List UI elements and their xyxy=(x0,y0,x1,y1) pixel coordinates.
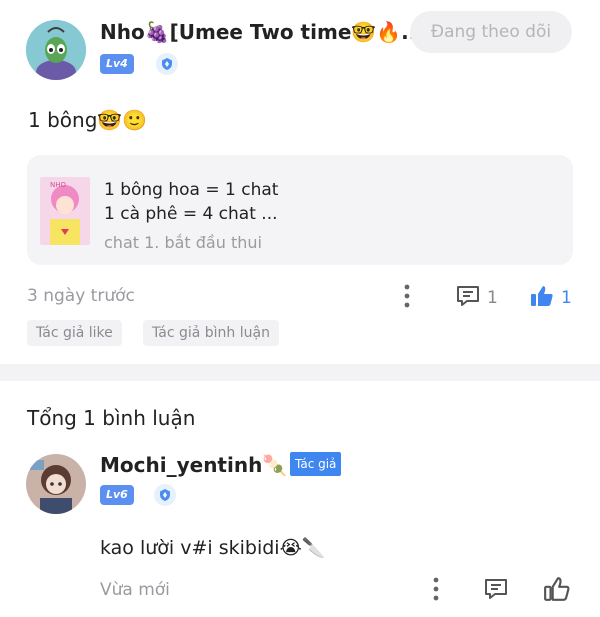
tag-author-liked: Tác giả like xyxy=(27,320,122,346)
follow-button[interactable]: Đang theo dõi xyxy=(410,11,572,53)
post-like-button[interactable]: 1 xyxy=(529,283,572,313)
comment-text: kao lười v#i skibidi😭🔪 xyxy=(100,537,326,559)
card-line-1: 1 bông hoa = 1 chat xyxy=(104,180,279,200)
more-vertical-icon[interactable] xyxy=(429,576,443,602)
comment-icon xyxy=(455,283,481,313)
card-line-2: 1 cà phê = 4 chat ... xyxy=(104,204,278,224)
shield-icon xyxy=(154,484,176,506)
author-badge: Tác giả xyxy=(290,452,342,476)
comment-author-avatar[interactable] xyxy=(26,454,86,514)
chat-thumbnail: NHO xyxy=(40,177,90,245)
post-author-level-badge: Lv4 xyxy=(100,54,134,74)
comment-author-name[interactable]: Mochi_yentinh🍡 xyxy=(100,453,287,477)
post-time: 3 ngày trước xyxy=(27,286,135,306)
section-divider xyxy=(0,364,600,381)
post-author-name[interactable]: Nho🍇[Umee Two time🤓🔥... xyxy=(100,20,415,44)
more-vertical-icon[interactable] xyxy=(400,283,414,309)
shield-icon xyxy=(156,53,178,75)
comments-total-label: Tổng 1 bình luận xyxy=(27,406,196,430)
post-author-avatar[interactable] xyxy=(26,20,86,80)
thumbs-up-filled-icon xyxy=(529,283,555,313)
comment-like-button[interactable] xyxy=(543,575,571,607)
tag-author-commented: Tác giả bình luận xyxy=(143,320,279,346)
svg-text:NHO: NHO xyxy=(50,181,67,189)
comment-icon xyxy=(483,579,509,606)
post-comment-button[interactable]: 1 xyxy=(455,283,498,313)
comment-time: Vừa mới xyxy=(100,580,170,600)
post-like-count: 1 xyxy=(561,288,572,308)
thumbs-up-outline-icon xyxy=(543,577,571,607)
linked-chat-card[interactable]: NHO 1 bông hoa = 1 chat 1 cà phê = 4 cha… xyxy=(27,155,573,265)
comment-reply-button[interactable] xyxy=(483,576,509,606)
comment-author-level-badge: Lv6 xyxy=(100,485,134,505)
post-comment-count: 1 xyxy=(487,288,498,308)
post-body-text: 1 bông🤓🙂 xyxy=(28,108,148,132)
card-line-3: chat 1. bắt đầu thui xyxy=(104,233,262,252)
